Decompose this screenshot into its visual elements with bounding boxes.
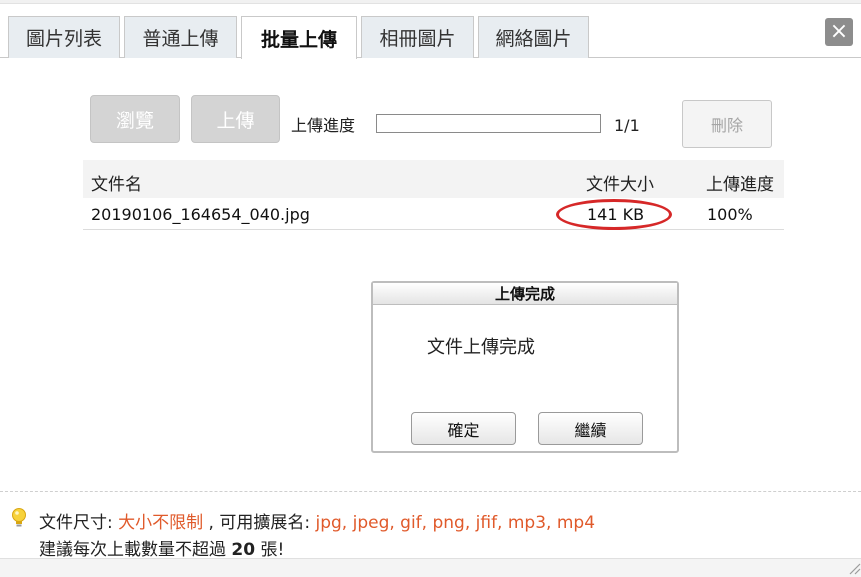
table-header: 文件名 文件大小 上傳進度 xyxy=(83,160,784,198)
delete-button[interactable]: 刪除 xyxy=(682,100,772,148)
dialog-message: 文件上傳完成 xyxy=(427,337,535,358)
upload-button[interactable]: 上傳 xyxy=(191,95,280,143)
dialog-title: 上傳完成 xyxy=(373,283,677,305)
extensions-value: jpg, jpeg, gif, png, jfif, mp3, mp4 xyxy=(315,513,596,533)
table-row[interactable]: 20190106_164654_040.jpg 141 KB 100% xyxy=(83,198,784,230)
size-limit-value: 大小不限制 xyxy=(118,513,204,533)
header-filename: 文件名 xyxy=(91,175,142,195)
tab-album-images[interactable]: 相冊圖片 xyxy=(361,16,474,58)
bottom-strip xyxy=(0,558,861,577)
size-prefix: 文件尺寸: xyxy=(39,513,119,533)
cell-filename: 20190106_164654_040.jpg xyxy=(91,205,310,224)
tab-web-images[interactable]: 網絡圖片 xyxy=(478,16,589,58)
upload-advice-note: 建議每次上載數量不超過 20 張! xyxy=(39,535,284,560)
progress-count: 1/1 xyxy=(614,116,640,135)
tab-bar: 圖片列表 普通上傳 批量上傳 相冊圖片 網絡圖片 xyxy=(0,16,861,59)
advice-count: 20 xyxy=(231,540,256,560)
progress-bar xyxy=(376,114,601,133)
tab-normal-upload[interactable]: 普通上傳 xyxy=(124,16,237,58)
progress-label: 上傳進度 xyxy=(291,116,356,135)
advice-suffix: 張! xyxy=(255,540,285,560)
close-icon: × xyxy=(829,19,849,44)
tab-batch-upload[interactable]: 批量上傳 xyxy=(241,16,357,59)
ext-prefix: , 可用擴展名: xyxy=(203,513,316,533)
header-filesize: 文件大小 xyxy=(586,175,654,195)
file-size-note: 文件尺寸: 大小不限制 , 可用擴展名: jpg, jpeg, gif, png… xyxy=(39,508,595,533)
cell-progress: 100% xyxy=(707,205,753,224)
footer-divider xyxy=(0,491,861,492)
lightbulb-icon xyxy=(12,508,26,527)
ok-button[interactable]: 確定 xyxy=(411,412,516,445)
upload-complete-dialog: 上傳完成 文件上傳完成 確定 繼續 xyxy=(371,281,679,453)
header-progress: 上傳進度 xyxy=(706,175,774,195)
top-rule xyxy=(0,0,861,4)
upload-table: 文件名 文件大小 上傳進度 20190106_164654_040.jpg 14… xyxy=(83,160,784,230)
progress-fill xyxy=(378,116,599,131)
tab-image-list[interactable]: 圖片列表 xyxy=(8,16,120,58)
browse-button[interactable]: 瀏覽 xyxy=(90,95,180,143)
continue-button[interactable]: 繼續 xyxy=(538,412,643,445)
advice-prefix: 建議每次上載數量不超過 xyxy=(39,540,232,560)
resize-grip-icon[interactable] xyxy=(846,560,861,575)
close-button[interactable]: × xyxy=(825,18,853,46)
cell-filesize: 141 KB xyxy=(587,205,645,224)
